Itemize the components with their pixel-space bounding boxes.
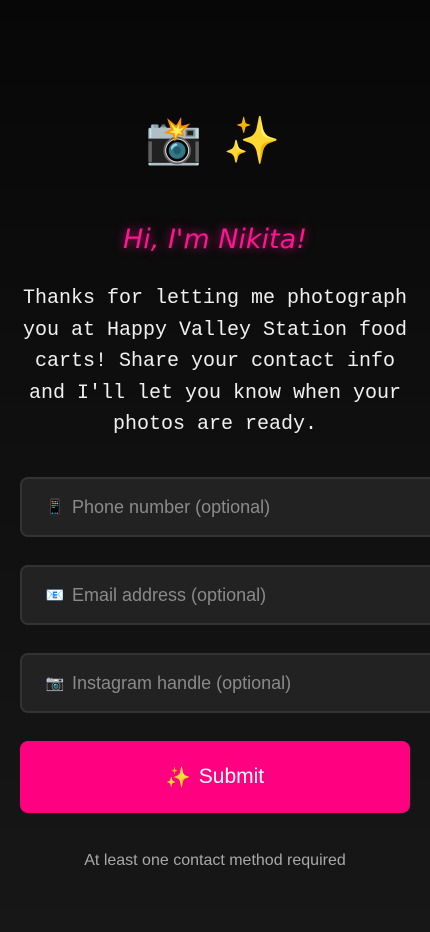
instagram-input[interactable] bbox=[72, 672, 402, 694]
email-field[interactable]: 📧 bbox=[20, 565, 430, 625]
instagram-camera-icon: 📷 bbox=[45, 675, 65, 692]
page-title: Hi, I'm Nikita! bbox=[122, 224, 308, 255]
submit-label: Submit bbox=[198, 765, 265, 788]
phone-field[interactable]: 📱 bbox=[20, 477, 430, 537]
intro-text: Thanks for letting me photograph you at … bbox=[22, 287, 408, 437]
requirement-note: At least one contact method required bbox=[84, 852, 346, 869]
hero-icons: 📸 ✨ bbox=[0, 108, 430, 172]
phone-icon: 📱 bbox=[45, 499, 65, 516]
sparkles-icon: ✨ bbox=[223, 114, 285, 166]
sparkles-icon: ✨ bbox=[165, 766, 191, 789]
instagram-field[interactable]: 📷 bbox=[20, 653, 430, 713]
camera-icon: 📸 bbox=[145, 114, 207, 166]
phone-input[interactable] bbox=[72, 496, 402, 518]
email-input[interactable] bbox=[72, 584, 402, 606]
submit-button[interactable]: ✨ Submit bbox=[20, 741, 410, 813]
email-icon: 📧 bbox=[45, 587, 65, 604]
